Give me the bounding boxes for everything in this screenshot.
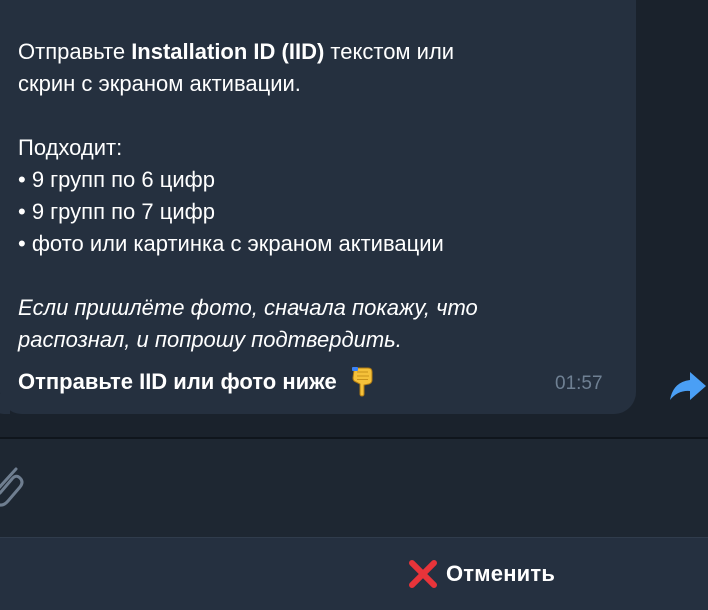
cta-line: Отправьте IID или фото ниже <box>18 366 375 398</box>
italic-note-text-2: распознал, и попрошу подтвердить. <box>18 327 402 352</box>
cancel-button[interactable]: Отменить <box>0 538 708 610</box>
intro-suffix: текстом или <box>324 39 455 64</box>
reply-keyboard: Отменить <box>0 537 708 610</box>
message-time: 01:57 <box>555 373 603 394</box>
backhand-index-pointing-down-icon <box>349 367 375 397</box>
forward-arrow-icon[interactable] <box>668 366 708 406</box>
bubble-tail <box>0 394 10 414</box>
cta-text: Отправьте IID или фото ниже <box>18 369 337 394</box>
italic-note-line-1: Если пришлёте фото, сначала покажу, что <box>18 292 618 324</box>
intro-line-2: скрин с экраном активации. <box>18 71 301 96</box>
bullet-item: • фото или картинка с экраном активации <box>18 231 444 256</box>
paperclip-icon[interactable] <box>0 461 26 513</box>
suits-title: Подходит: <box>18 135 123 160</box>
iid-term: Installation ID (IID) <box>131 39 325 64</box>
italic-note-line-2: распознал, и попрошу подтвердить. <box>18 324 618 356</box>
message-composer[interactable] <box>0 439 708 537</box>
chat-area: Отправьте Installation ID (IID) текстом … <box>0 0 708 437</box>
message-text: Отправьте Installation ID (IID) текстом … <box>18 36 618 356</box>
bullet-item: • 9 групп по 6 цифр <box>18 167 215 192</box>
intro-prefix: Отправьте <box>18 39 132 64</box>
italic-note-text-1: Если пришлёте фото, сначала покажу, что <box>18 295 478 320</box>
intro-line-1: Отправьте Installation ID (IID) текстом … <box>18 36 618 68</box>
bullet-item: • 9 групп по 7 цифр <box>18 199 215 224</box>
cancel-label: Отменить <box>446 561 556 586</box>
cross-mark-icon <box>408 559 438 589</box>
